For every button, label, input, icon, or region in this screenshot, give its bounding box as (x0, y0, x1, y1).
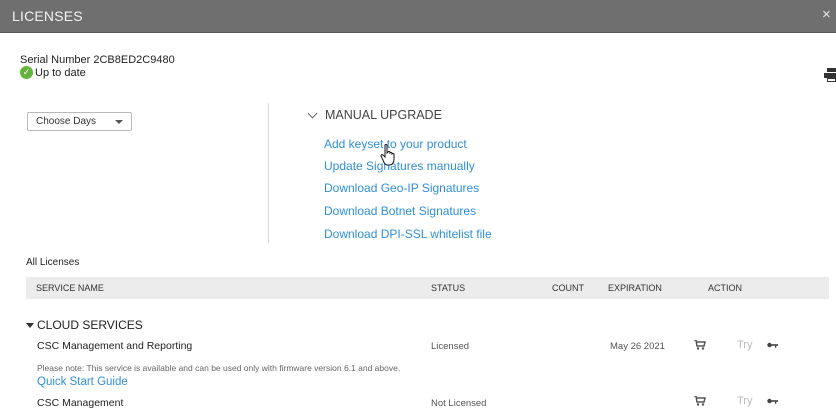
key-icon[interactable] (767, 342, 778, 348)
table-header: SERVICE NAME STATUS COUNT EXPIRATION ACT… (26, 277, 829, 299)
status-text: Up to date (35, 66, 86, 79)
cart-icon[interactable] (694, 340, 706, 350)
dropdown-value: Choose Days (36, 116, 97, 127)
column-action: ACTION (708, 283, 743, 293)
update-signatures-link[interactable]: Update Signatures manually (324, 159, 475, 173)
caret-down-icon (26, 322, 34, 328)
service-note: Please note: This service is available a… (37, 361, 427, 389)
all-licenses-label: All Licenses (26, 257, 80, 268)
service-name: CSC Management and Reporting (37, 340, 193, 352)
manual-upgrade-header[interactable]: MANUAL UPGRADE (307, 108, 442, 122)
serial-number: Serial Number 2CB8ED2C9480 (20, 54, 175, 66)
try-button[interactable]: Try (737, 339, 752, 351)
choose-days-dropdown[interactable]: Choose Days (27, 112, 132, 131)
print-icon[interactable] (824, 68, 836, 82)
hand-cursor-icon (380, 144, 395, 166)
cloud-services-group[interactable]: CLOUD SERVICES (26, 318, 143, 332)
service-expiration: May 26 2021 (610, 341, 665, 352)
note-text: Please note: This service is available a… (37, 363, 401, 373)
download-botnet-link[interactable]: Download Botnet Signatures (324, 204, 476, 218)
column-count[interactable]: COUNT (552, 283, 584, 293)
chevron-down-icon (307, 108, 318, 118)
column-expiration[interactable]: EXPIRATION (608, 283, 662, 293)
try-button[interactable]: Try (737, 395, 752, 407)
dialog-titlebar: LICENSES × (0, 0, 836, 33)
key-icon[interactable] (767, 398, 778, 404)
check-icon: ✓ (20, 66, 33, 79)
download-geoip-link[interactable]: Download Geo-IP Signatures (324, 181, 479, 195)
download-dpi-ssl-link[interactable]: Download DPI-SSL whitelist file (324, 227, 492, 241)
caret-down-icon (115, 120, 123, 124)
dialog-title: LICENSES (12, 8, 83, 24)
quick-start-guide-link[interactable]: Quick Start Guide (37, 376, 128, 388)
service-status: Not Licensed (431, 398, 487, 409)
cart-icon[interactable] (694, 396, 706, 406)
column-service-name[interactable]: SERVICE NAME (36, 283, 104, 293)
vertical-divider (268, 103, 269, 243)
close-icon[interactable]: × (822, 6, 836, 23)
group-label: CLOUD SERVICES (37, 318, 143, 332)
column-status[interactable]: STATUS (431, 283, 465, 293)
manual-upgrade-label: MANUAL UPGRADE (325, 108, 442, 122)
service-status: Licensed (431, 341, 470, 352)
status-indicator: ✓ Up to date (20, 66, 86, 79)
service-name: CSC Management (37, 397, 124, 409)
